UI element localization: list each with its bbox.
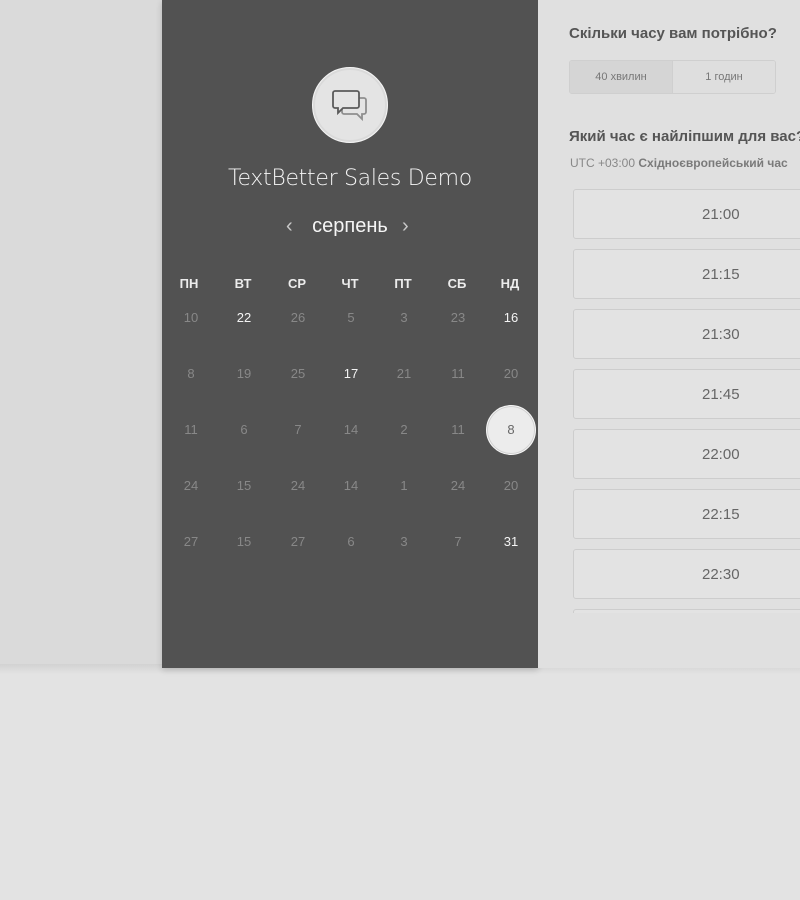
timezone-offset: UTC +03:00 [570,156,636,170]
calendar-day: 7 [454,534,462,549]
weekday-label: ВТ [234,276,252,291]
event-title: TextBetter Sales Demo [228,166,472,191]
calendar-day: 1 [400,478,408,493]
calendar-day[interactable]: 17 [326,349,376,399]
weekday-label: ЧТ [341,276,359,291]
calendar-day: 25 [290,366,306,381]
timezone-name: Східноєвропейський час [638,156,788,170]
calendar-day[interactable]: 22 [219,293,269,343]
event-avatar [312,67,388,143]
calendar-day: 23 [450,310,466,325]
calendar-day: 19 [236,366,252,381]
calendar-day: 7 [294,422,302,437]
calendar-day: 3 [400,534,408,549]
calendar-day: 6 [240,422,248,437]
calendar-day[interactable]: 16 [486,293,536,343]
calendar-day: 20 [503,366,519,381]
calendar-day: 2 [400,422,408,437]
chat-bubbles-icon [332,90,367,122]
timezone-label[interactable]: UTC +03:00 Східноєвропейський час [570,156,788,170]
calendar-day: 27 [290,534,306,549]
time-slot-label: 21:45 [702,386,740,403]
duration-question: Скільки часу вам потрібно? [569,25,777,42]
calendar-day: 15 [236,478,252,493]
time-slot-button[interactable] [573,609,800,613]
calendar-day: 11 [184,422,198,437]
calendar-day: 14 [343,478,359,493]
calendar-day: 14 [343,422,359,437]
time-slot-label: 21:15 [702,266,740,283]
time-slot-button[interactable]: 21:00 [573,189,800,239]
weekday-label: СР [287,276,307,291]
time-slot-button[interactable]: 21:45 [573,369,800,419]
calendar-day: 27 [183,534,199,549]
calendar-day[interactable]: 31 [486,517,536,567]
calendar-day: 20 [503,478,519,493]
calendar-day: 26 [290,310,306,325]
chevron-right-icon[interactable]: › [402,215,409,238]
calendar-day: 5 [347,310,355,325]
time-slot-label: 22:00 [702,446,740,463]
time-slot-button[interactable]: 22:00 [573,429,800,479]
calendar-day: 24 [183,478,199,493]
time-slot-label: 21:00 [702,206,740,223]
calendar-day: 6 [347,534,355,549]
month-label: серпень [312,215,388,237]
calendar-day: 11 [451,366,465,381]
time-slot-label: 22:30 [702,566,740,583]
booking-panel: Скільки часу вам потрібно? 40 хвилин 1 г… [538,0,800,668]
duration-selector: 40 хвилин 1 годин [569,60,776,94]
calendar-day: 15 [236,534,252,549]
calendar-panel: TextBetter Sales Demo ‹ серпень › ПН ВТ … [162,0,538,668]
time-slot-button[interactable]: 21:30 [573,309,800,359]
time-slot-label: 21:30 [702,326,740,343]
calendar-day: 21 [396,366,412,381]
time-slot-button[interactable]: 21:15 [573,249,800,299]
time-slot-label: 22:15 [702,506,740,523]
time-slot-list: 21:00 21:15 21:30 21:45 22:00 22:15 22:30 [573,189,800,613]
weekday-label: ПН [179,276,199,291]
calendar-day: 8 [187,366,195,381]
calendar-day-selected[interactable]: 8 [486,405,536,455]
weekday-label: СБ [447,276,467,291]
calendar-day: 3 [400,310,408,325]
weekday-label: ПТ [394,276,412,291]
duration-option-40-min[interactable]: 40 хвилин [570,61,673,93]
time-slot-button[interactable]: 22:15 [573,489,800,539]
duration-option-1-hour[interactable]: 1 годин [673,61,775,93]
calendar-day: 10 [183,310,199,325]
calendar-day: 24 [450,478,466,493]
time-slot-button[interactable]: 22:30 [573,549,800,599]
time-question: Який час є найліпшим для вас? [569,128,800,145]
month-navigation: ‹ серпень › [162,212,538,242]
calendar-day: 24 [290,478,306,493]
weekday-label: НД [500,276,520,291]
calendar-day: 11 [451,422,465,437]
